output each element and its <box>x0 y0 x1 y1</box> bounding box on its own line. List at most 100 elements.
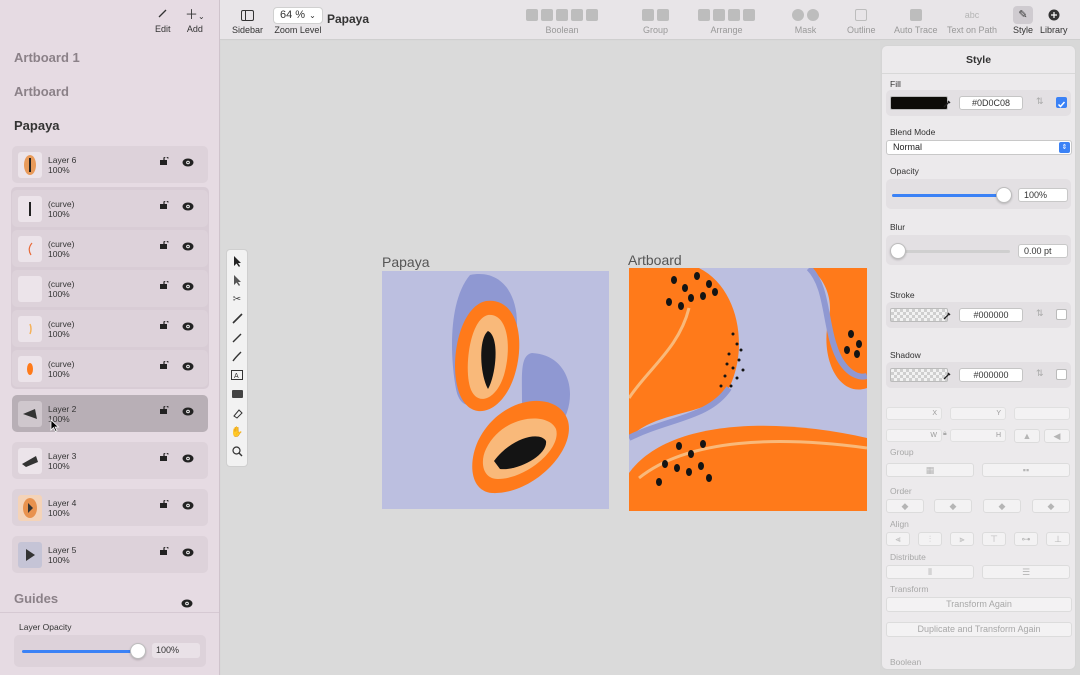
boolean-buttons[interactable]: Boolean <box>526 5 598 35</box>
constrain-lock-icon[interactable]: 🔒︎ <box>943 430 947 438</box>
group-button[interactable]: ▦ <box>886 463 974 477</box>
layer-opacity-slider-knob[interactable] <box>130 643 146 659</box>
flip-horizontal-button[interactable]: ◀ <box>1044 429 1070 443</box>
stroke-enabled-checkbox[interactable] <box>1056 309 1067 320</box>
opacity-value-field[interactable]: 100% <box>1018 188 1068 202</box>
artboard-heading-1[interactable]: Artboard 1 <box>14 50 80 65</box>
swap-icon[interactable]: ⇅ <box>1036 308 1044 319</box>
scissors-icon[interactable]: ✂ <box>230 292 244 306</box>
arrange-buttons[interactable]: Arrange <box>698 5 755 35</box>
transform-again-button[interactable]: Transform Again <box>886 597 1072 612</box>
guides-heading[interactable]: Guides <box>14 591 58 606</box>
layer-row[interactable]: (curve) 100% <box>12 310 208 347</box>
ungroup-button[interactable]: ▪▪ <box>982 463 1070 477</box>
y-field[interactable]: Y <box>950 407 1006 420</box>
eye-icon[interactable] <box>182 548 194 557</box>
eye-icon[interactable] <box>182 202 194 211</box>
eye-icon[interactable] <box>182 501 194 510</box>
opacity-slider-knob[interactable] <box>996 187 1012 203</box>
shadow-hex-field[interactable]: #000000 <box>959 368 1023 382</box>
unlock-icon[interactable] <box>160 406 169 414</box>
blur-slider[interactable] <box>892 250 1010 253</box>
align-middle-button[interactable]: ⊶ <box>1014 532 1038 546</box>
bring-to-front-button[interactable]: ◆ <box>886 499 924 513</box>
auto-trace-button[interactable]: Auto Trace <box>894 5 938 35</box>
hand-tool-icon[interactable]: ✋ <box>230 425 244 439</box>
duplicate-transform-again-button[interactable]: Duplicate and Transform Again <box>886 622 1072 637</box>
eye-icon[interactable] <box>182 362 194 371</box>
stroke-color-swatch[interactable] <box>890 308 948 322</box>
artboard-papaya[interactable] <box>382 271 609 509</box>
swap-icon[interactable]: ⇅ <box>1036 368 1044 379</box>
layer-row[interactable]: (curve) 100% <box>12 190 208 227</box>
layer-row[interactable]: (curve) 100% <box>12 350 208 387</box>
eye-icon[interactable] <box>182 242 194 251</box>
group-buttons[interactable]: Group <box>642 5 669 35</box>
eye-icon[interactable] <box>182 282 194 291</box>
send-backward-button[interactable]: ◆ <box>983 499 1021 513</box>
layer-row[interactable]: Layer 4 100% <box>12 489 208 526</box>
rotation-field[interactable] <box>1014 407 1070 420</box>
distribute-vertical-button[interactable]: ☰ <box>982 565 1070 579</box>
eye-icon[interactable] <box>182 407 194 416</box>
unlock-icon[interactable] <box>160 321 169 329</box>
flip-vertical-button[interactable]: ▲ <box>1014 429 1040 443</box>
eyedropper-icon[interactable] <box>943 311 952 320</box>
align-bottom-button[interactable]: ⊥ <box>1046 532 1070 546</box>
style-tab-button[interactable]: ✎ Style <box>1013 5 1033 35</box>
text-on-path-button[interactable]: abc Text on Path <box>947 5 997 35</box>
zoom-select[interactable]: 64 % ⌄ <box>273 6 323 24</box>
eyedropper-icon[interactable] <box>943 371 952 380</box>
eye-icon[interactable] <box>181 599 193 608</box>
text-tool-icon[interactable]: A <box>230 368 244 382</box>
layer-opacity-slider[interactable] <box>22 650 140 653</box>
unlock-icon[interactable] <box>160 500 169 508</box>
add-button[interactable]: ＋⌄ Add <box>185 6 205 34</box>
eye-icon[interactable] <box>182 322 194 331</box>
sidebar-toggle-button[interactable]: Sidebar <box>232 5 263 35</box>
select-arrow-icon[interactable] <box>230 254 244 268</box>
h-field[interactable]: H <box>950 429 1006 442</box>
unlock-icon[interactable] <box>160 361 169 369</box>
unlock-icon[interactable] <box>160 201 169 209</box>
x-field[interactable]: X <box>886 407 942 420</box>
unlock-icon[interactable] <box>160 241 169 249</box>
shadow-enabled-checkbox[interactable] <box>1056 369 1067 380</box>
zoom-tool-icon[interactable] <box>230 444 244 458</box>
outline-button[interactable]: Outline <box>847 5 876 35</box>
layer-row[interactable]: (curve) 100% <box>12 230 208 267</box>
unlock-icon[interactable] <box>160 157 169 165</box>
pen-tool-icon[interactable] <box>230 311 244 325</box>
fill-color-swatch[interactable] <box>890 96 948 110</box>
artboard-pattern[interactable] <box>629 268 867 511</box>
rectangle-tool-icon[interactable] <box>230 387 244 401</box>
stroke-hex-field[interactable]: #000000 <box>959 308 1023 322</box>
eyedropper-icon[interactable] <box>943 99 952 108</box>
align-right-button[interactable]: ⫸ <box>950 532 974 546</box>
unlock-icon[interactable] <box>160 281 169 289</box>
bring-forward-button[interactable]: ◆ <box>934 499 972 513</box>
artboard-label-artboard[interactable]: Artboard <box>628 252 682 268</box>
shadow-color-swatch[interactable] <box>890 368 948 382</box>
blend-mode-select[interactable]: Normal ⇕ <box>886 140 1072 155</box>
layer-row[interactable]: (curve) 100% <box>12 270 208 307</box>
w-field[interactable]: W <box>886 429 942 442</box>
layer-row[interactable]: Layer 6 100% <box>12 146 208 183</box>
opacity-slider[interactable] <box>892 194 1004 197</box>
distribute-horizontal-button[interactable]: ⫴ <box>886 565 974 579</box>
edit-button[interactable]: Edit <box>155 6 171 34</box>
pencil-tool-icon[interactable] <box>230 330 244 344</box>
layer-opacity-value[interactable]: 100% <box>152 643 200 658</box>
layer-row[interactable]: Layer 5 100% <box>12 536 208 573</box>
mask-buttons[interactable]: Mask <box>792 5 819 35</box>
layer-row[interactable]: Layer 3 100% <box>12 442 208 479</box>
align-left-button[interactable]: ⫷ <box>886 532 910 546</box>
blur-slider-knob[interactable] <box>890 243 906 259</box>
unlock-icon[interactable] <box>160 547 169 555</box>
artboard-heading-papaya[interactable]: Papaya <box>14 118 60 133</box>
align-top-button[interactable]: ⊤ <box>982 532 1006 546</box>
layer-row-selected[interactable]: Layer 2 100% <box>12 395 208 432</box>
fill-hex-field[interactable]: #0D0C08 <box>959 96 1023 110</box>
fill-enabled-checkbox[interactable] <box>1056 97 1067 108</box>
zoom-level-control[interactable]: 64 % ⌄ Zoom Level <box>273 5 323 35</box>
